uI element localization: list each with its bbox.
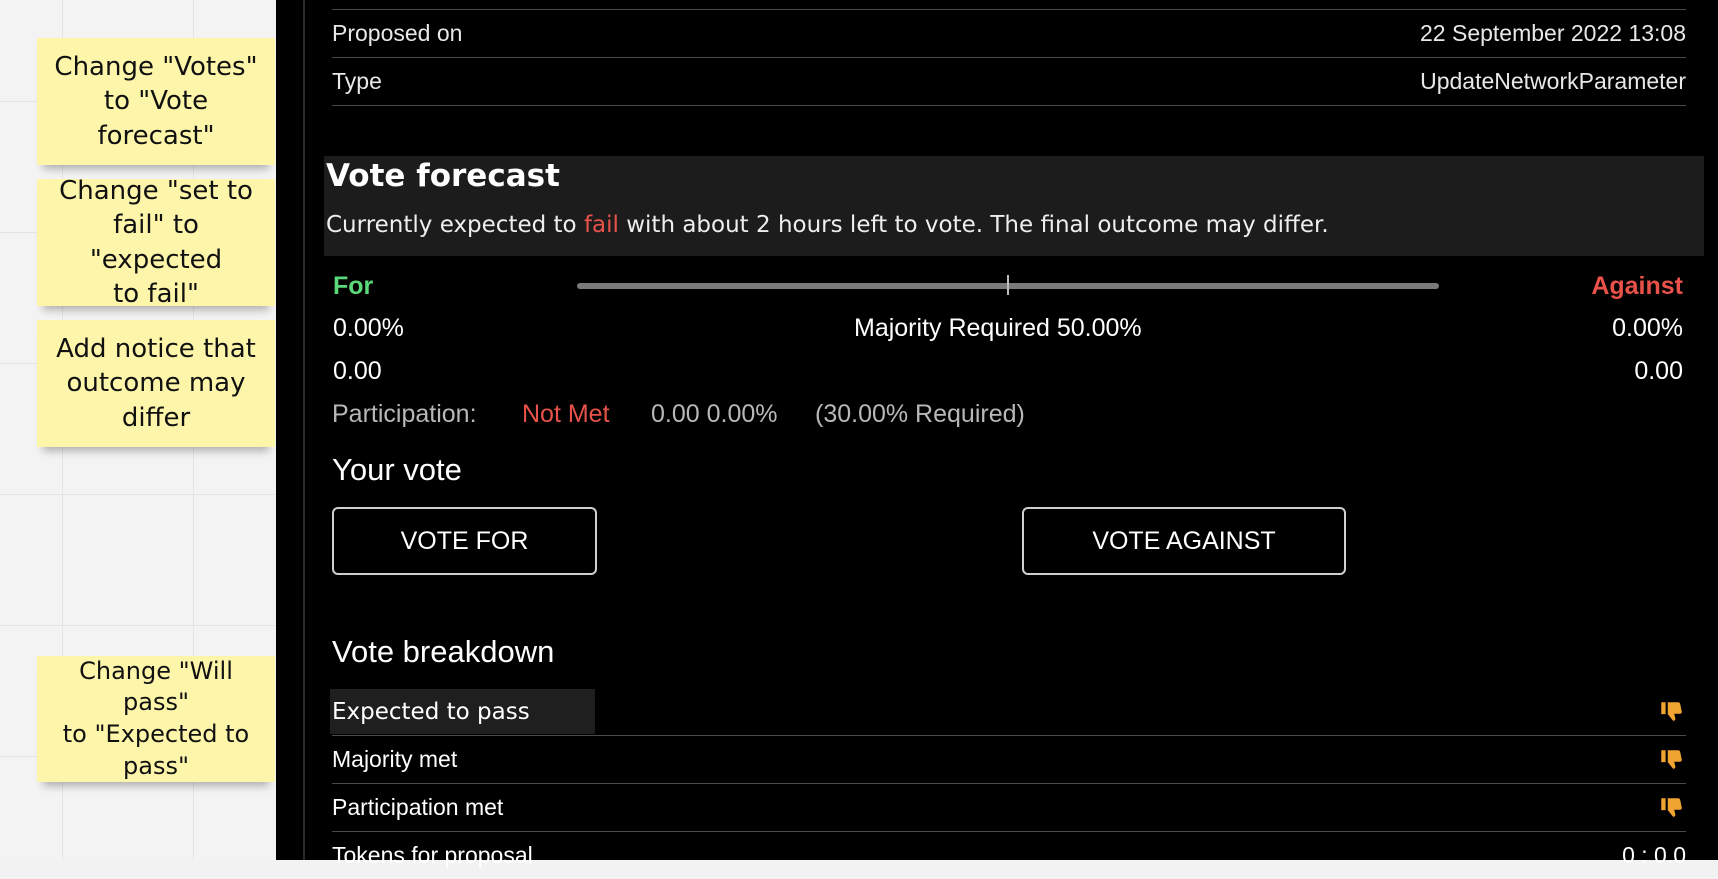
- for-percent: 0.00%: [333, 314, 404, 342]
- breakdown-row: Expected to pass: [330, 688, 1686, 736]
- for-tokens: 0.00: [333, 357, 382, 385]
- sticky-note-line: Add notice that: [56, 334, 256, 365]
- sticky-note-outcome-notice[interactable]: Add notice that outcome may differ: [37, 320, 275, 447]
- breakdown-row: Participation met: [332, 784, 1686, 832]
- against-label: Against: [1591, 272, 1683, 300]
- forecast-text-before: Currently expected to: [326, 212, 584, 238]
- sticky-note-line: to "Expected to: [62, 720, 250, 748]
- sticky-note-expected-to-fail[interactable]: Change "set to fail" to "expected to fai…: [37, 176, 275, 309]
- participation-amount: 0.00 0.00%: [651, 400, 778, 428]
- your-vote-title: Your vote: [332, 452, 462, 487]
- tokens-for-proposal-row: Tokens for proposal 0 : 0.0: [332, 832, 1686, 879]
- sticky-note-line: to fail": [113, 278, 199, 309]
- type-row: Type UpdateNetworkParameter: [332, 58, 1686, 106]
- tokens-for-proposal-value: 0 : 0.0: [1622, 842, 1686, 868]
- proposed-on-value: 22 September 2022 13:08: [1420, 20, 1686, 46]
- sticky-note-line: pass": [123, 751, 189, 780]
- sticky-note-vote-forecast[interactable]: Change "Votes" to "Vote forecast": [37, 38, 275, 165]
- majority-required: Majority Required 50.00%: [854, 314, 1142, 342]
- sticky-note-line: differ: [121, 402, 191, 433]
- vote-forecast-text: Currently expected to fail with about 2 …: [326, 212, 1329, 238]
- breakdown-label: Expected to pass: [330, 689, 595, 734]
- type-label: Type: [332, 68, 382, 94]
- participation-label: Participation:: [332, 400, 477, 428]
- vote-for-button[interactable]: VOTE FOR: [332, 507, 597, 575]
- for-label: For: [333, 272, 374, 300]
- sticky-note-line: Change "Votes": [54, 52, 258, 83]
- sticky-note-line: Change "Will pass": [79, 656, 233, 717]
- type-value: UpdateNetworkParameter: [1420, 68, 1686, 94]
- sticky-note-line: forecast": [97, 120, 215, 151]
- tokens-for-proposal-label: Tokens for proposal: [332, 842, 533, 868]
- breakdown-row: Majority met: [332, 736, 1686, 784]
- sticky-note-expected-to-pass[interactable]: Change "Will pass" to "Expected to pass": [37, 656, 275, 782]
- thumbs-down-icon: [1661, 749, 1682, 769]
- sticky-note-line: outcome may: [66, 368, 246, 399]
- forecast-outcome: fail: [583, 212, 619, 238]
- forecast-text-after: with about 2 hours left to vote. The fin…: [618, 212, 1329, 238]
- participation-status: Not Met: [522, 400, 610, 428]
- thumbs-down-icon: [1661, 701, 1682, 721]
- sticky-note-line: Change "set to: [59, 175, 253, 206]
- proposed-on-label: Proposed on: [332, 20, 463, 46]
- panel-divider: [303, 0, 305, 860]
- sticky-note-line: to "Vote: [103, 86, 209, 117]
- against-percent: 0.00%: [1612, 314, 1683, 342]
- breakdown-label: Participation met: [332, 794, 504, 820]
- thumbs-down-icon: [1661, 797, 1682, 817]
- breakdown-label: Majority met: [332, 746, 458, 772]
- vote-forecast-title: Vote forecast: [326, 158, 560, 194]
- proposed-on-row: Proposed on 22 September 2022 13:08: [332, 10, 1686, 58]
- sticky-note-line: fail" to "expected: [89, 210, 223, 275]
- vote-against-button[interactable]: VOTE AGAINST: [1022, 507, 1346, 575]
- participation-required: (30.00% Required): [815, 400, 1025, 428]
- majority-marker: [1007, 275, 1009, 295]
- against-tokens: 0.00: [1634, 357, 1683, 385]
- vote-breakdown-title: Vote breakdown: [332, 634, 555, 669]
